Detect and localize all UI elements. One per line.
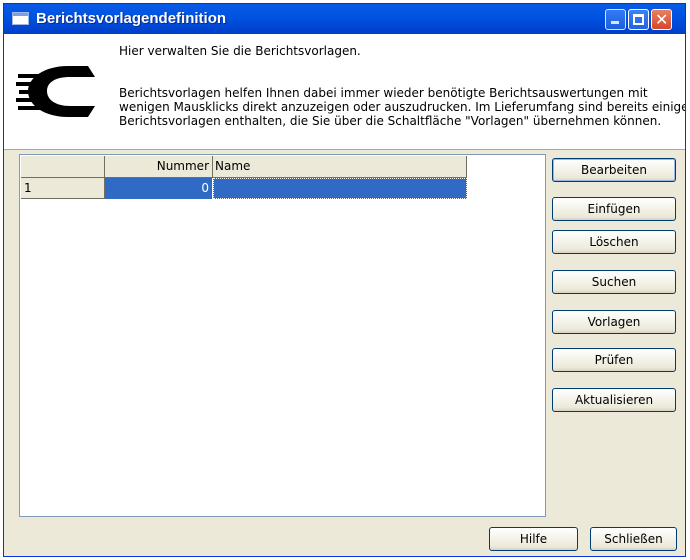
check-button[interactable]: Prüfen [552, 348, 676, 372]
button-bar: Hilfe Schließen [4, 518, 685, 556]
delete-button[interactable]: Löschen [552, 230, 676, 254]
dialog-window: Berichtsvorlagendefinition ✕ Hier verwal… [3, 3, 686, 557]
window-title: Berichtsvorlagendefinition [36, 10, 227, 27]
name-cell[interactable] [213, 178, 467, 199]
close-dialog-button[interactable]: Schließen [590, 527, 677, 551]
edit-button[interactable]: Bearbeiten [552, 158, 676, 182]
close-button[interactable]: ✕ [651, 9, 672, 30]
insert-button[interactable]: Einfügen [552, 197, 676, 221]
info-header: Hier verwalten Sie die Berichtsvorlagen.… [4, 34, 685, 150]
close-icon: ✕ [655, 10, 669, 29]
search-button[interactable]: Suchen [552, 270, 676, 294]
header-description-line: wenigen Mausklicks direkt anzuzeigen ode… [119, 100, 686, 114]
company-logo [16, 66, 95, 117]
refresh-button[interactable]: Aktualisieren [552, 388, 676, 412]
row-number-cell[interactable]: 1 [21, 178, 105, 199]
column-header-name[interactable]: Name [213, 156, 467, 178]
title-bar[interactable]: Berichtsvorlagendefinition ✕ [4, 4, 685, 34]
maximize-button[interactable] [628, 9, 649, 30]
header-description-line: Berichtsvorlagen enthalten, die Sie über… [119, 114, 662, 128]
maximize-icon [633, 14, 644, 25]
header-intro: Hier verwalten Sie die Berichtsvorlagen. [119, 44, 361, 58]
minimize-button[interactable] [605, 9, 626, 30]
header-description-line: Berichtsvorlagen helfen Ihnen dabei imme… [119, 86, 648, 100]
nummer-cell[interactable]: 0 [105, 178, 213, 199]
templates-button[interactable]: Vorlagen [552, 310, 676, 334]
minimize-icon [611, 21, 619, 24]
column-header-nummer[interactable]: Nummer [105, 156, 213, 178]
window-icon [12, 12, 29, 25]
column-header-rownum[interactable] [21, 156, 105, 178]
help-button[interactable]: Hilfe [489, 527, 578, 551]
report-template-grid[interactable]: Nummer Name 1 0 [19, 154, 546, 517]
